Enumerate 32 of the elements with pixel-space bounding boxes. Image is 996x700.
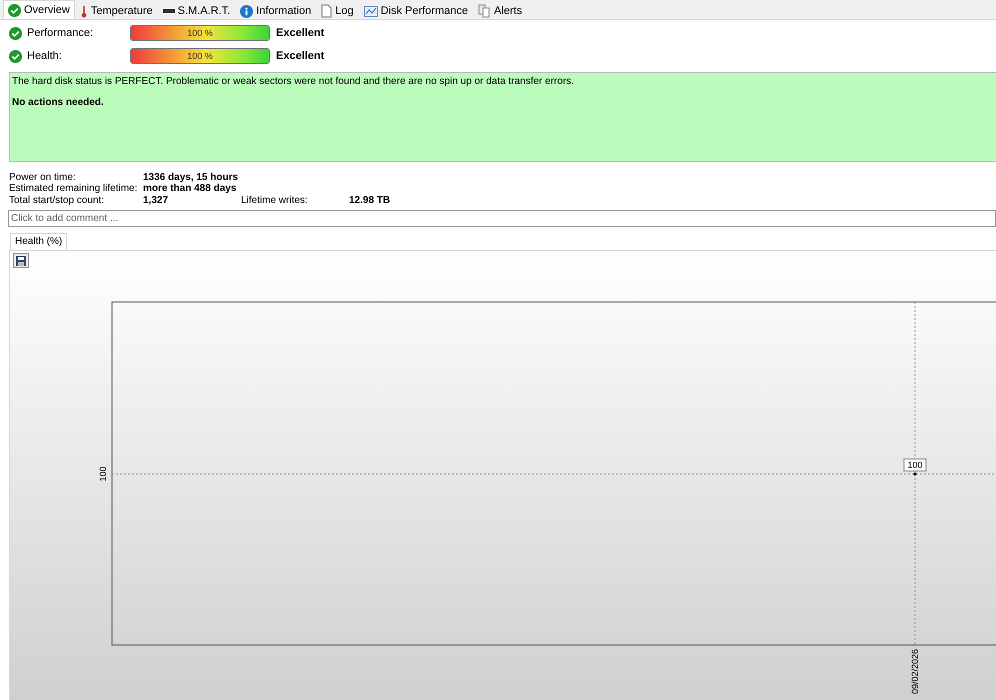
info-icon — [240, 4, 254, 18]
document-icon — [321, 4, 332, 18]
status-message: The hard disk status is PERFECT. Problematic or weak sectors were not found and there are no spin up or data transfer errors. — [12, 76, 575, 87]
status-action: No actions needed. — [12, 97, 105, 108]
save-button[interactable] — [13, 253, 29, 268]
y-axis-label: 100 — [98, 466, 108, 482]
rating-text: Excellent — [276, 27, 324, 39]
bar-icon — [162, 9, 175, 13]
info-label: Power on time: — [9, 172, 77, 184]
info-label: Lifetime writes: — [241, 194, 309, 206]
tab[interactable]: Overview — [3, 0, 75, 19]
x-axis-label: 09/02/2026 — [910, 649, 920, 694]
data-point — [914, 472, 916, 476]
progress-reading: 100 % — [186, 27, 214, 40]
info-label: Total start/stop count: — [9, 194, 106, 206]
info-value: 1,327 — [143, 194, 170, 206]
chart-tab[interactable]: Health (%) — [10, 233, 68, 250]
check-icon — [9, 50, 22, 62]
info-value: 12.98 TB — [349, 194, 392, 206]
data-label: 100 — [904, 458, 926, 472]
meter-label: Performance: — [27, 27, 94, 39]
thermometer-icon — [80, 4, 88, 18]
meter-label: Health: — [27, 50, 63, 62]
check-icon — [8, 4, 21, 16]
check-icon — [9, 26, 22, 40]
progress-reading: 100 % — [186, 50, 214, 63]
info-value: more than 488 days — [143, 183, 238, 195]
info-value: 1336 days, 15 hours — [143, 172, 240, 184]
comment-field[interactable]: Click to add comment ... — [8, 210, 996, 227]
info-label: Estimated remaining lifetime: — [9, 183, 138, 195]
rating-text: Excellent — [276, 50, 324, 62]
graph-icon — [364, 6, 378, 16]
